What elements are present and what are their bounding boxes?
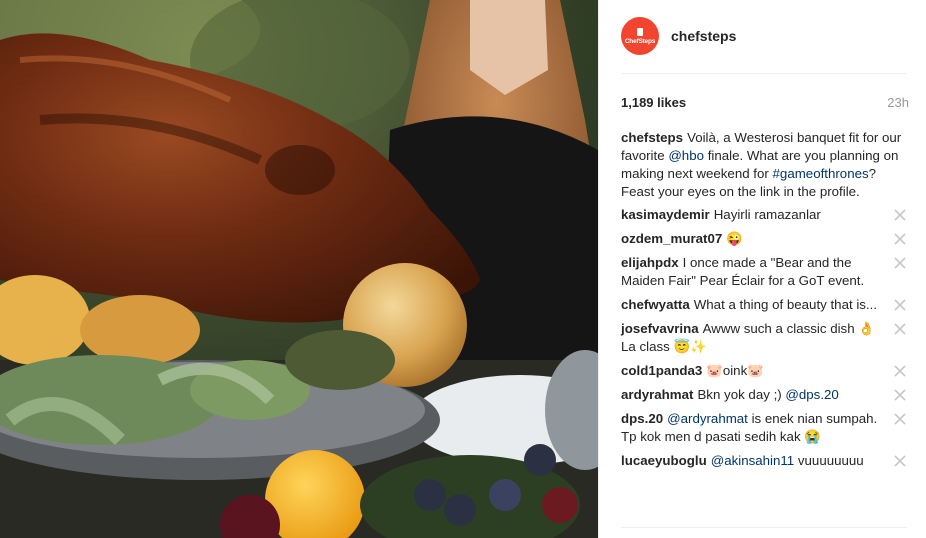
comment-text: What a thing of beauty that is... bbox=[693, 297, 878, 312]
avatar-brand-text: ChefSteps bbox=[624, 37, 656, 45]
mention-link[interactable]: @ardyrahmat bbox=[667, 411, 748, 426]
comment-item: dps.20 @ardyrahmat is enek nian sumpah. T… bbox=[621, 410, 909, 446]
comment-item: kasimaydemir Hayirli ramazanlar bbox=[621, 206, 909, 224]
comment-item: elijahpdx I once made a "Bear and the Mai… bbox=[621, 254, 909, 290]
mention-link[interactable]: @dps.20 bbox=[785, 387, 838, 402]
comment-item: ozdem_murat07 😜 bbox=[621, 230, 909, 248]
comment-username[interactable]: ozdem_murat07 bbox=[621, 231, 722, 246]
comment-item: chefwyatta What a thing of beauty that is… bbox=[621, 296, 909, 314]
comments-list: chefsteps Voilà, a Westerosi banquet fit … bbox=[621, 129, 909, 476]
comment-text: 🐷oink🐷 bbox=[706, 363, 764, 378]
comment-username[interactable]: josefvavrina bbox=[621, 321, 699, 336]
likes-count[interactable]: 1,189 likes bbox=[621, 95, 686, 110]
close-icon[interactable] bbox=[893, 232, 907, 246]
comment-item: josefvavrina Awww such a classic dish 👌La… bbox=[621, 320, 909, 356]
post-meta: 1,189 likes 23h bbox=[621, 93, 909, 111]
hashtag-link[interactable]: #gameofthrones bbox=[773, 166, 869, 181]
mention-link[interactable]: @hbo bbox=[668, 148, 704, 163]
close-icon[interactable] bbox=[893, 388, 907, 402]
comments-divider bbox=[621, 527, 907, 528]
roast-pig-photo bbox=[0, 0, 598, 538]
close-icon[interactable] bbox=[893, 298, 907, 312]
mention-link[interactable]: @akinsahin11 bbox=[711, 453, 794, 468]
comment-username[interactable]: lucaeyuboglu bbox=[621, 453, 707, 468]
comment-text: vuuuuuuuu bbox=[794, 453, 864, 468]
caption-username[interactable]: chefsteps bbox=[621, 130, 683, 145]
post-sidebar: ChefSteps chefsteps 1,189 likes 23h chef… bbox=[598, 0, 926, 538]
comment-item: lucaeyuboglu @akinsahin11 vuuuuuuuu bbox=[621, 452, 909, 470]
comment-text: Hayirli ramazanlar bbox=[713, 207, 821, 222]
post-photo[interactable] bbox=[0, 0, 598, 538]
close-icon[interactable] bbox=[893, 412, 907, 426]
close-icon[interactable] bbox=[893, 454, 907, 468]
comment-text: Bkn yok day ;) bbox=[697, 387, 786, 402]
caption: chefsteps Voilà, a Westerosi banquet fit … bbox=[621, 129, 909, 201]
comment-item: ardyrahmat Bkn yok day ;) @dps.20 bbox=[621, 386, 909, 404]
comment-username[interactable]: dps.20 bbox=[621, 411, 663, 426]
comment-username[interactable]: kasimaydemir bbox=[621, 207, 710, 222]
comment-container: kasimaydemir Hayirli ramazanlar ozdem_mura… bbox=[621, 206, 909, 470]
comment-username[interactable]: elijahpdx bbox=[621, 255, 679, 270]
close-icon[interactable] bbox=[893, 364, 907, 378]
header-divider bbox=[621, 73, 907, 74]
comment-username[interactable]: cold1panda3 bbox=[621, 363, 702, 378]
comment-username[interactable]: chefwyatta bbox=[621, 297, 690, 312]
post-header: ChefSteps chefsteps bbox=[621, 14, 909, 58]
close-icon[interactable] bbox=[893, 322, 907, 336]
comment-text: 😜 bbox=[726, 231, 743, 246]
avatar[interactable]: ChefSteps bbox=[621, 17, 659, 55]
account-username[interactable]: chefsteps bbox=[671, 28, 736, 44]
close-icon[interactable] bbox=[893, 256, 907, 270]
post-time[interactable]: 23h bbox=[887, 95, 909, 110]
chef-hat-icon bbox=[637, 27, 643, 36]
close-icon[interactable] bbox=[893, 208, 907, 222]
comment-item: cold1panda3 🐷oink🐷 bbox=[621, 362, 909, 380]
comment-username[interactable]: ardyrahmat bbox=[621, 387, 693, 402]
